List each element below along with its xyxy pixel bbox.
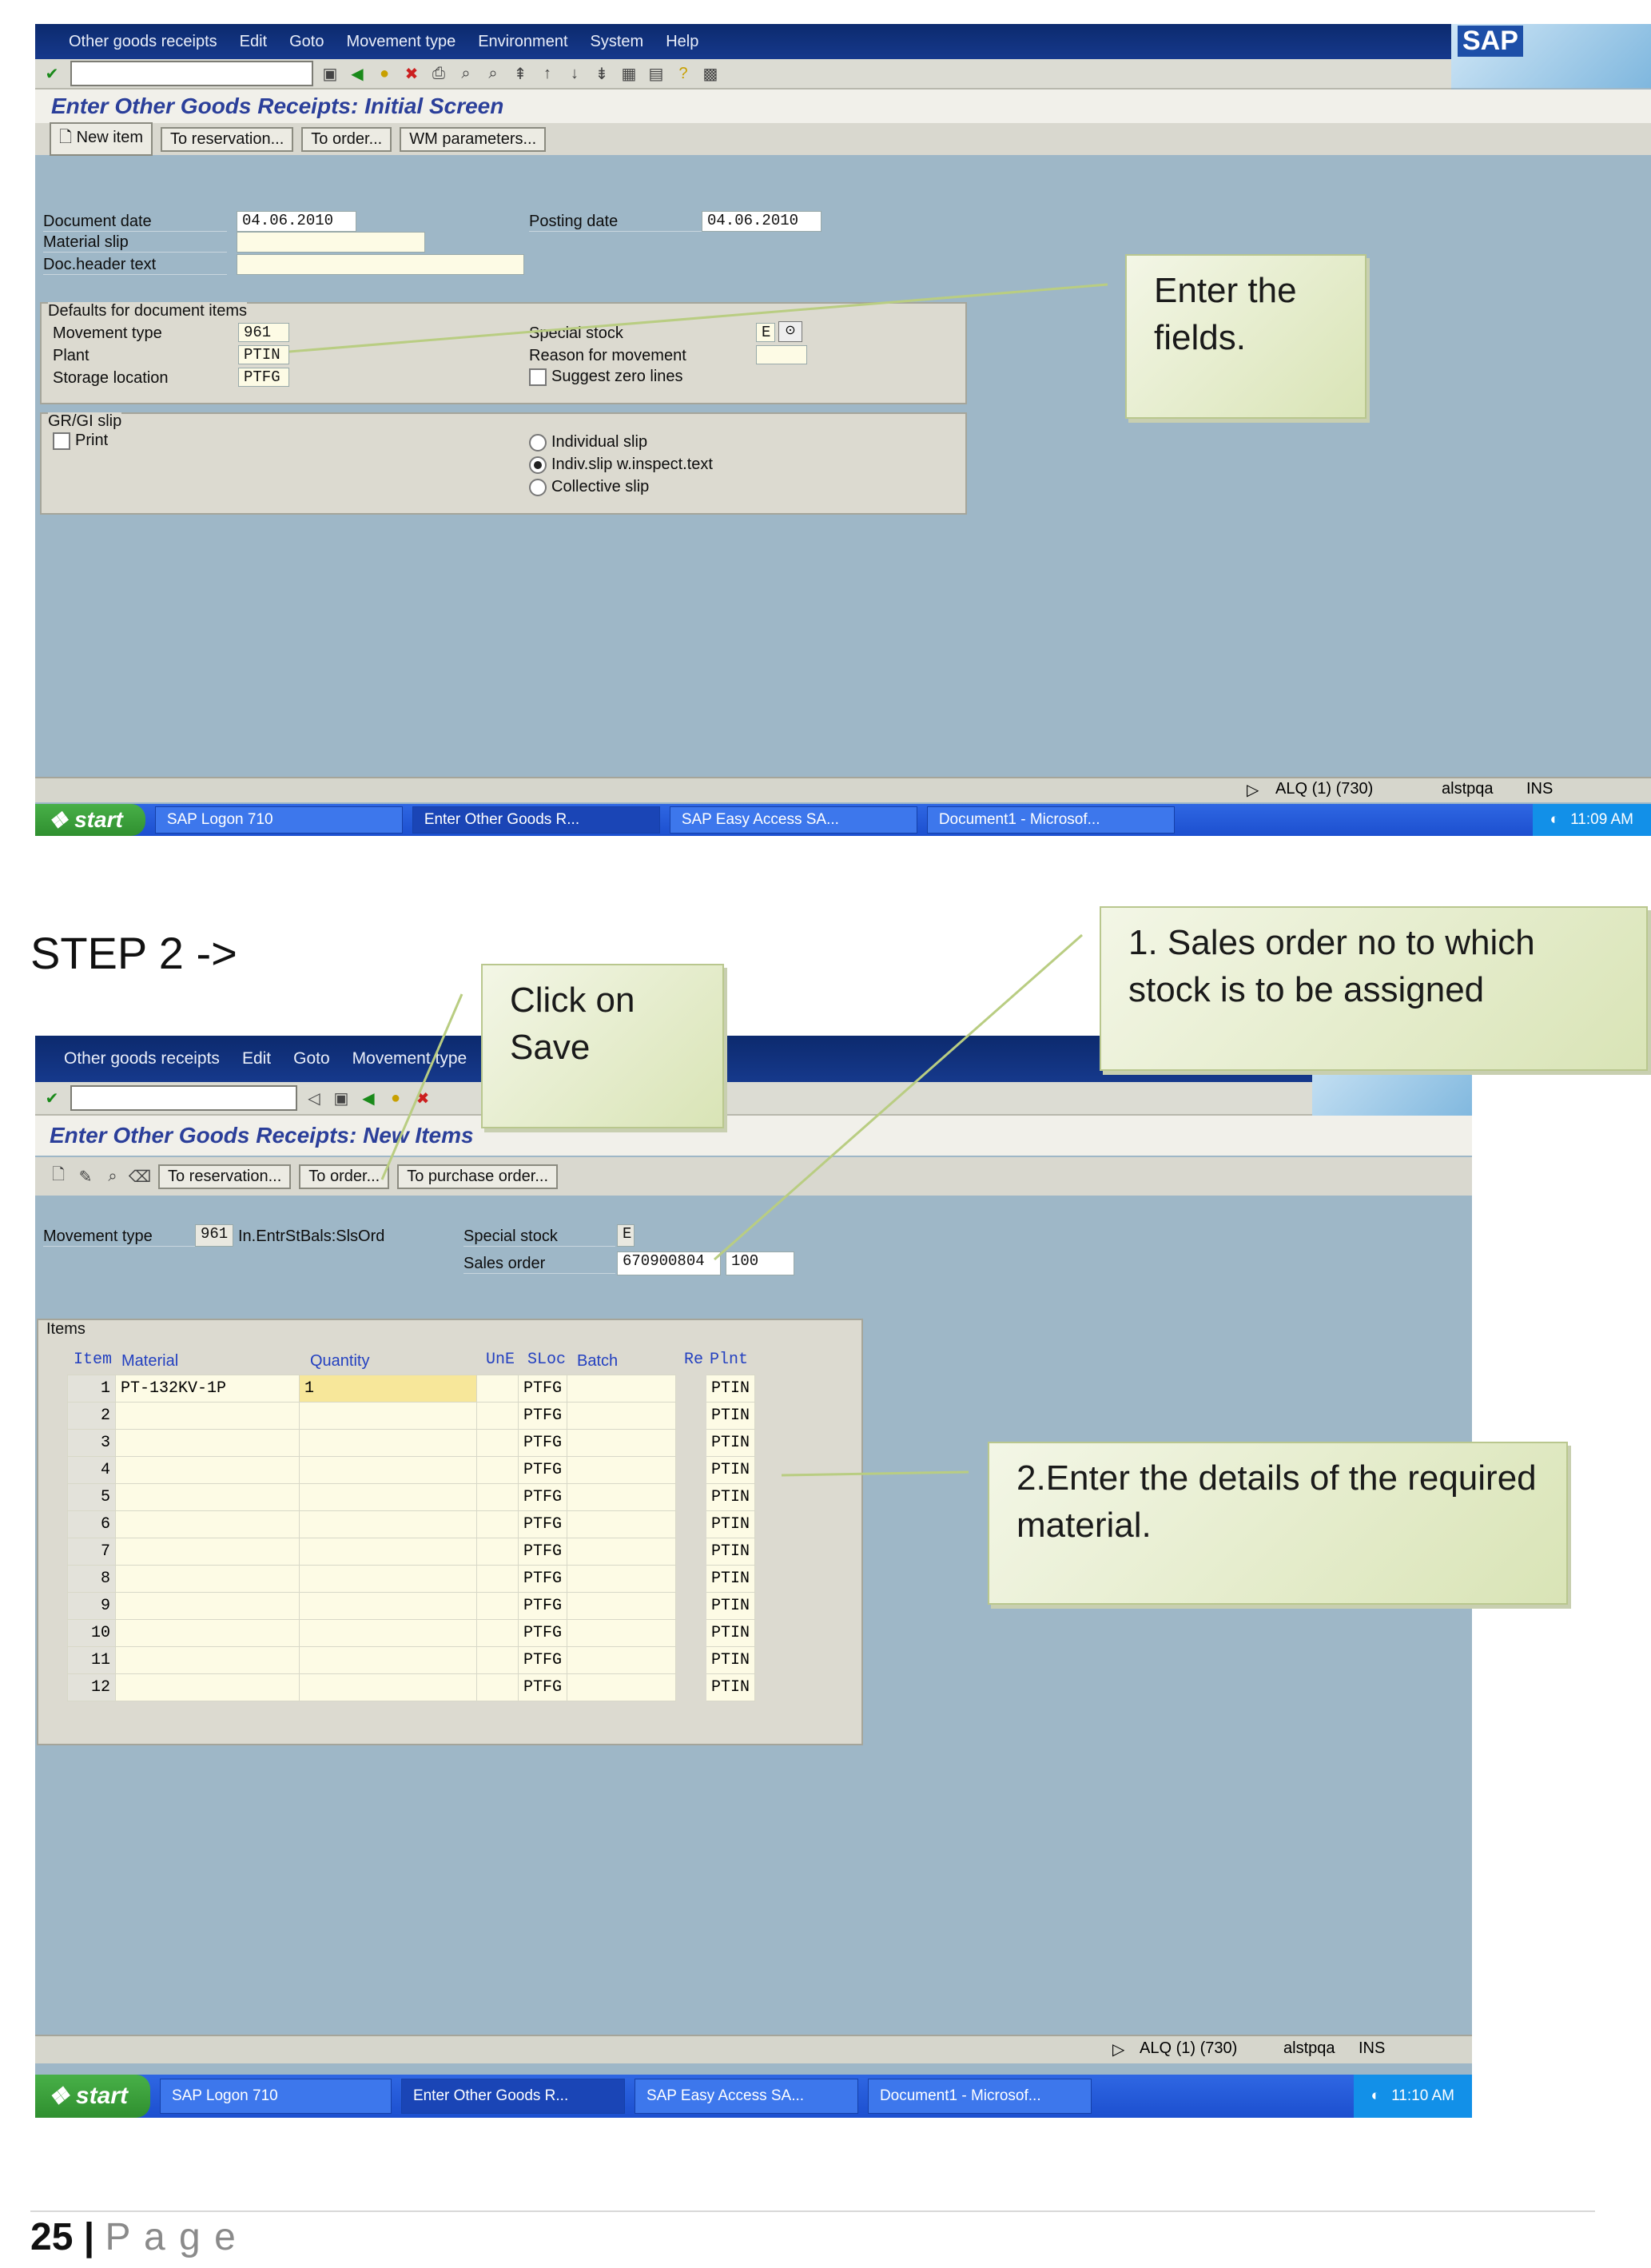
batch-cell[interactable]	[567, 1619, 677, 1647]
callout1-connector	[288, 283, 1108, 353]
plnt-cell[interactable]: PTIN	[706, 1673, 756, 1701]
start-label-2: start	[75, 2083, 128, 2109]
callout-material-text: 2.Enter the details of the required mate…	[1016, 1458, 1537, 1546]
item-cell: 12	[67, 1673, 116, 1701]
callout-enter-fields: Enter the fields.	[1125, 254, 1367, 419]
callout-click-save-text: Click on Save	[510, 981, 635, 1068]
re-cell	[675, 1646, 707, 1674]
tray-icon-2: ◐	[1371, 2087, 1381, 2104]
page-number: 25	[30, 2216, 74, 2258]
status-expand-icon-2[interactable]: ▷	[1112, 2039, 1124, 2059]
une-cell[interactable]	[476, 1673, 519, 1701]
sloc-cell[interactable]: PTFG	[517, 1673, 568, 1701]
callout-enter-fields-text: Enter the fields.	[1154, 271, 1297, 358]
status-bar-2: ▷ ALQ (1) (730) alstpqa INS	[35, 2035, 1472, 2063]
status-mode-2: INS	[1359, 2039, 1386, 2057]
material-cell[interactable]	[115, 1619, 300, 1647]
item-cell: 11	[67, 1646, 116, 1674]
quantity-cell[interactable]	[299, 1673, 477, 1701]
system-tray-2: ◐ 11:10 AM	[1353, 2075, 1472, 2118]
callout-sales-order-text: 1. Sales order no to which stock is to b…	[1128, 923, 1535, 1010]
plnt-cell[interactable]: PTIN	[706, 1619, 756, 1647]
windows-taskbar-2: ❖ start SAP Logon 710 Enter Other Goods R…	[35, 2075, 1472, 2118]
page-footer: 25 | P a g e	[30, 2215, 237, 2259]
re-cell	[675, 1673, 707, 1701]
page-separator: |	[83, 2216, 95, 2258]
item-cell: 10	[67, 1619, 116, 1647]
quantity-cell[interactable]	[299, 1646, 477, 1674]
table-row: 10 PTFG PTIN	[67, 1619, 756, 1647]
footer-rule	[30, 2210, 1595, 2212]
task2-sap-easy-access[interactable]: SAP Easy Access SA...	[634, 2078, 858, 2115]
status-user-2: alstpqa	[1283, 2039, 1335, 2057]
batch-cell[interactable]	[567, 1673, 677, 1701]
callout-material: 2.Enter the details of the required mate…	[988, 1442, 1568, 1605]
page-word: P a g e	[105, 2216, 237, 2258]
une-cell[interactable]	[476, 1619, 519, 1647]
task2-document1[interactable]: Document1 - Microsof...	[867, 2078, 1092, 2115]
material-cell[interactable]	[115, 1646, 300, 1674]
windows-logo-icon-2: ❖	[48, 2083, 70, 2110]
status-system-2: ALQ (1) (730)	[1140, 2039, 1238, 2057]
quantity-cell[interactable]	[299, 1619, 477, 1647]
task2-sap-logon[interactable]: SAP Logon 710	[159, 2078, 392, 2115]
une-cell[interactable]	[476, 1646, 519, 1674]
task2-enter-goods-receipts[interactable]: Enter Other Goods R...	[400, 2078, 625, 2115]
sloc-cell[interactable]: PTFG	[517, 1646, 568, 1674]
sloc-cell[interactable]: PTFG	[517, 1619, 568, 1647]
tray-clock-2: 11:10 AM	[1391, 2087, 1454, 2104]
callout-click-save: Click on Save	[481, 964, 724, 1128]
plnt-cell[interactable]: PTIN	[706, 1646, 756, 1674]
table-row: 11 PTFG PTIN	[67, 1646, 756, 1674]
batch-cell[interactable]	[567, 1646, 677, 1674]
material-cell[interactable]	[115, 1673, 300, 1701]
re-cell	[675, 1619, 707, 1647]
callout-sales-order: 1. Sales order no to which stock is to b…	[1100, 906, 1648, 1071]
start-button-2[interactable]: ❖ start	[35, 2075, 150, 2118]
table-row: 12 PTFG PTIN	[67, 1673, 756, 1701]
